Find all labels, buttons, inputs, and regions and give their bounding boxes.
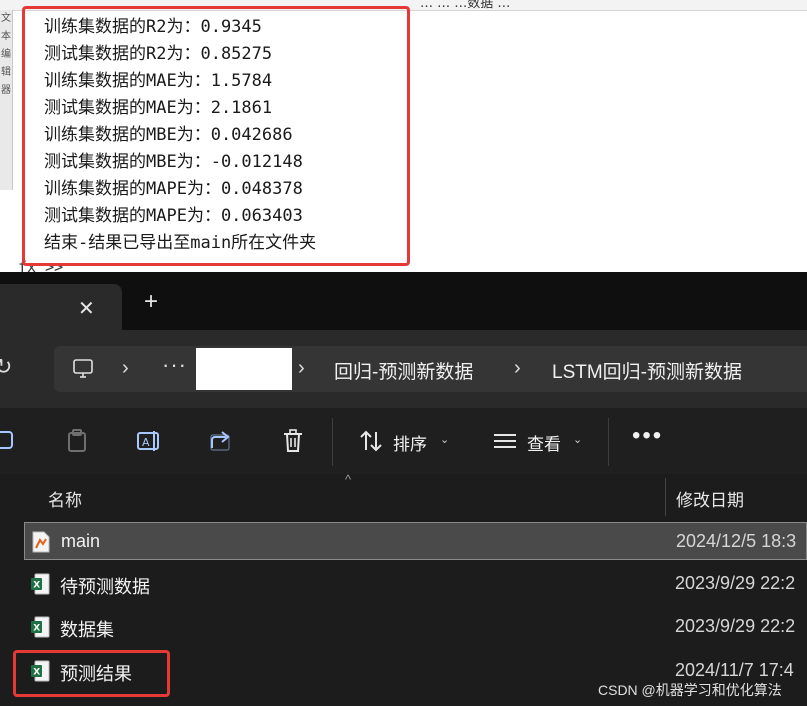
sort-button[interactable]: 排序 [393, 430, 427, 455]
address-row: ↻ › ··· › 回归-预测新数据 › LSTM回归-预测新数据 [0, 330, 807, 408]
redacted-path-segment [196, 348, 292, 390]
share-icon[interactable] [208, 428, 234, 454]
svg-text:X: X [33, 624, 40, 634]
breadcrumb-lstm[interactable]: LSTM回归-预测新数据 [552, 357, 742, 384]
side-panel-char: 器 [1, 85, 11, 96]
column-name-header[interactable]: 名称 [48, 486, 82, 511]
chevron-right-icon[interactable]: › [298, 357, 305, 380]
address-bar[interactable]: › ··· › 回归-预测新数据 › LSTM回归-预测新数据 [54, 346, 807, 392]
side-panel-char: 本 [1, 31, 11, 42]
new-tab-button[interactable]: + [144, 290, 158, 314]
more-options-button[interactable]: ••• [632, 422, 663, 450]
editor-side-panel[interactable]: 文 本 编 辑 器 [0, 10, 13, 190]
file-name: 数据集 [60, 620, 114, 640]
chevron-right-icon[interactable]: › [122, 357, 129, 380]
monitor-icon[interactable] [72, 358, 94, 380]
results-highlight-box [13, 650, 170, 697]
file-date: 2024/12/5 18:3 [676, 531, 797, 551]
file-row-pending-data[interactable]: X 待预测数据 2023/9/29 22:2 [24, 565, 807, 603]
delete-icon[interactable] [280, 428, 306, 454]
view-icon[interactable] [492, 428, 518, 454]
toolbar-separator [332, 418, 333, 466]
hidden-path-button[interactable]: ··· [162, 352, 187, 378]
copy-icon[interactable] [0, 428, 18, 454]
file-name: main [61, 531, 101, 551]
refresh-icon[interactable]: ↻ [0, 354, 12, 380]
file-row-main[interactable]: main 2024/12/5 18:3 [24, 522, 807, 560]
file-date: 2023/9/29 22:2 [675, 616, 796, 636]
watermark: CSDN @机器学习和优化算法 [598, 682, 782, 698]
explorer-tab[interactable]: ✕ [0, 284, 122, 330]
svg-text:A: A [142, 436, 150, 449]
command-bar: A 排序 ⌄ 查看 ⌄ ••• [0, 408, 807, 475]
rename-icon[interactable]: A [136, 428, 162, 454]
excel-file-icon: X [31, 573, 50, 595]
close-tab-icon[interactable]: ✕ [78, 296, 95, 321]
chevron-down-icon[interactable]: ⌄ [440, 433, 449, 446]
side-panel-char: 文 [1, 13, 11, 24]
chevron-down-icon[interactable]: ⌄ [573, 433, 582, 446]
column-header: ^ 名称 修改日期 [0, 472, 807, 520]
file-name: 待预测数据 [60, 577, 150, 597]
sort-icon[interactable] [358, 428, 384, 454]
side-panel-char: 辑 [1, 67, 11, 78]
file-explorer-window: ✕ + ↻ › ··· › 回归-预测新数据 › LSTM回归-预测新数据 A … [0, 272, 807, 706]
matlab-file-icon [32, 531, 50, 553]
file-date: 2024/11/7 17:4 [675, 660, 794, 680]
toolbar-separator [608, 418, 609, 466]
file-row-dataset[interactable]: X 数据集 2023/9/29 22:2 [24, 608, 807, 646]
title-bar: ✕ + [0, 272, 807, 330]
breadcrumb-regression[interactable]: 回归-预测新数据 [334, 357, 473, 384]
chevron-right-icon[interactable]: › [514, 357, 521, 380]
file-date: 2023/9/29 22:2 [675, 573, 796, 593]
side-panel-char: 编 [1, 49, 11, 60]
svg-text:X: X [33, 581, 40, 591]
command-window: … … …数据 … 文 本 编 辑 器 训练集数据的R2为：0.9345 测试集… [0, 0, 807, 272]
view-button[interactable]: 查看 [527, 430, 561, 455]
excel-file-icon: X [31, 616, 50, 638]
editor-tab-strip-text: … … …数据 … [420, 0, 511, 11]
output-highlight-box [22, 6, 410, 266]
paste-icon[interactable] [64, 428, 90, 454]
sort-indicator-icon: ^ [345, 472, 352, 487]
column-date-header[interactable]: 修改日期 [676, 486, 744, 511]
column-divider[interactable] [665, 478, 666, 516]
